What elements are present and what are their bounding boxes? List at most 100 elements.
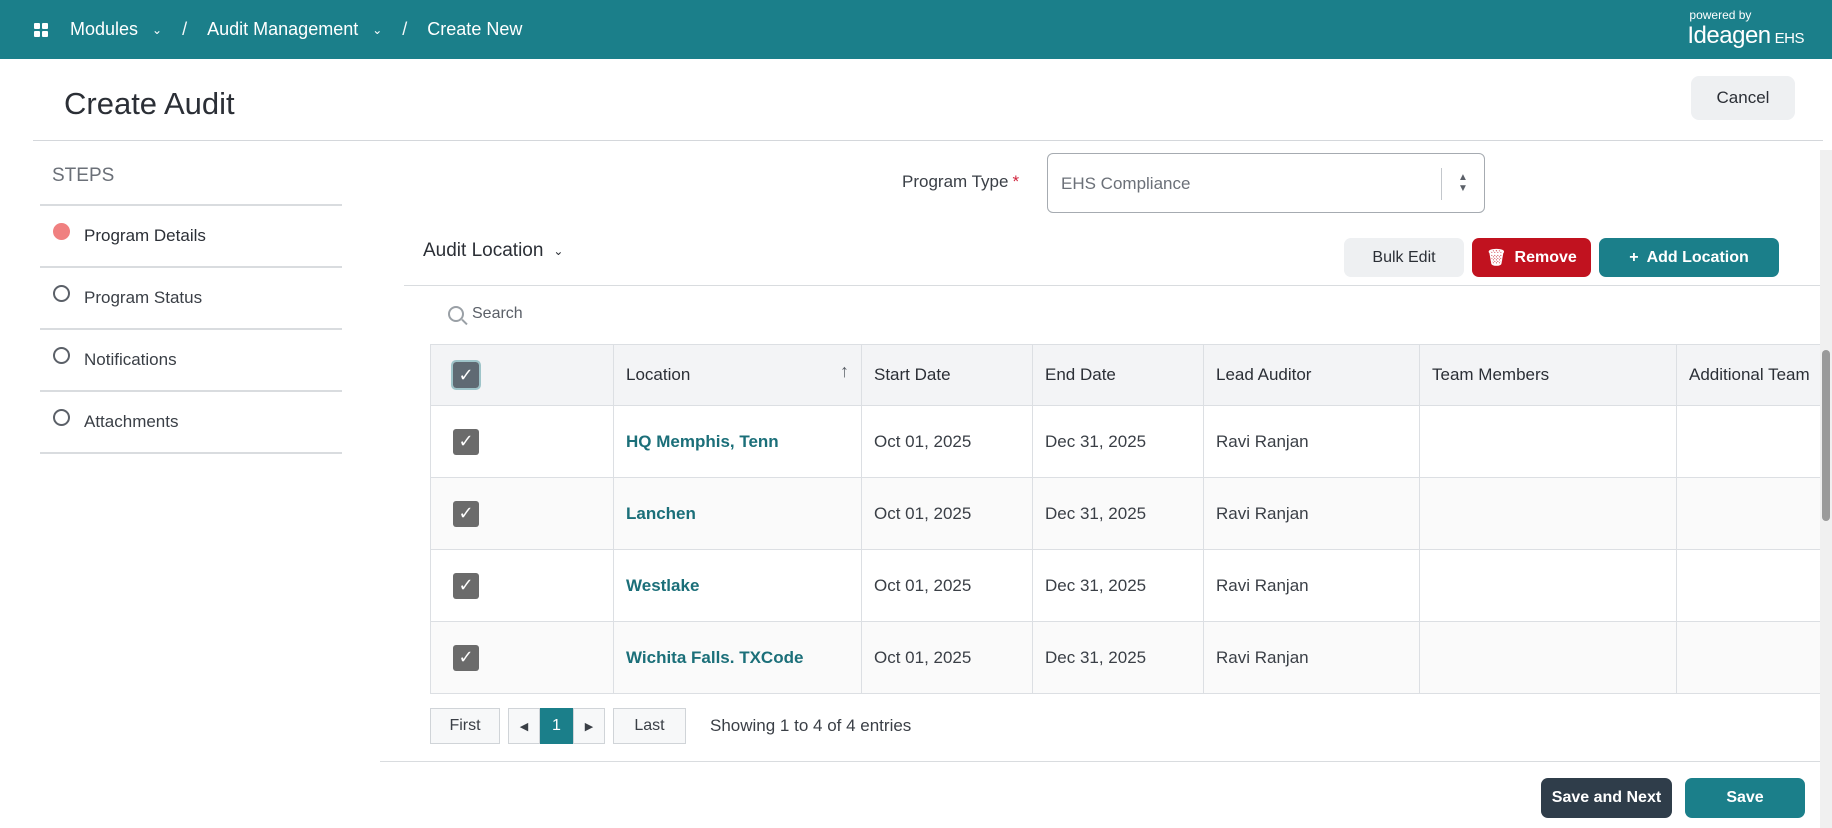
row-select-cell: ✓ xyxy=(430,621,614,694)
step-radio-icon xyxy=(53,284,70,302)
breadcrumb-audit-management[interactable]: Audit Management ⌄ xyxy=(207,19,382,40)
scrollbar-thumb[interactable] xyxy=(1822,350,1830,521)
ideagen-logo: Ideagen EHS xyxy=(1687,22,1804,49)
column-header-end-date[interactable]: End Date xyxy=(1032,344,1204,406)
breadcrumb-current-label: Create New xyxy=(427,19,523,39)
locations-table-container: ✓ Location ↑ Start Date End Date Lead Aud… xyxy=(430,344,1820,694)
sort-ascending-icon[interactable]: ↑ xyxy=(840,361,849,382)
remove-label: Remove xyxy=(1514,248,1577,266)
table-row: ✓ Lanchen Oct 01, 2025 Dec 31, 2025 Ravi… xyxy=(430,477,1820,550)
step-label: Program Status xyxy=(84,288,203,307)
pagination: First ◀ 1 ▶ Last Showing 1 to 4 of 4 ent… xyxy=(430,708,911,744)
breadcrumb-separator: / xyxy=(182,19,188,39)
program-type-value: EHS Compliance xyxy=(1061,174,1191,193)
column-header-lead-auditor[interactable]: Lead Auditor xyxy=(1203,344,1420,406)
step-label: Attachments xyxy=(84,412,179,431)
save-button[interactable]: Save xyxy=(1685,778,1805,818)
row-checkbox[interactable]: ✓ xyxy=(453,572,479,599)
locations-table: ✓ Location ↑ Start Date End Date Lead Aud… xyxy=(430,344,1820,694)
breadcrumb-current: Create New xyxy=(427,19,522,40)
step-program-status[interactable]: Program Status xyxy=(40,268,342,330)
additional-team-cell xyxy=(1676,477,1820,550)
team-members-cell xyxy=(1419,549,1677,622)
footer-divider xyxy=(380,761,1822,762)
step-radio-icon xyxy=(53,408,70,426)
table-row: ✓ Wichita Falls. TXCode Oct 01, 2025 Dec… xyxy=(430,621,1820,694)
add-location-button[interactable]: + Add Location xyxy=(1599,238,1779,277)
chevron-down-icon: ⌄ xyxy=(372,22,383,37)
breadcrumb-modules-label: Modules xyxy=(70,19,139,39)
select-divider xyxy=(1441,168,1442,200)
location-link[interactable]: HQ Memphis, Tenn xyxy=(613,405,862,478)
additional-team-cell xyxy=(1676,405,1820,478)
page-title: Create Audit xyxy=(64,86,235,121)
breadcrumb-separator: / xyxy=(402,19,408,39)
cancel-button[interactable]: Cancel xyxy=(1691,76,1795,120)
select-all-checkbox[interactable]: ✓ xyxy=(451,360,481,390)
step-notifications[interactable]: Notifications xyxy=(40,330,342,392)
save-and-next-button[interactable]: Save and Next xyxy=(1541,778,1672,818)
last-page-button[interactable]: Last xyxy=(613,708,686,744)
brand-logo: powered by Ideagen EHS xyxy=(1687,8,1804,50)
steps-title: STEPS xyxy=(40,150,342,206)
bulk-edit-button[interactable]: Bulk Edit xyxy=(1344,238,1464,277)
prev-page-icon[interactable]: ◀ xyxy=(508,708,540,744)
top-navigation-bar: Modules ⌄ / Audit Management ⌄ / Create … xyxy=(0,0,1832,59)
select-arrows-icon: ▲ ▼ xyxy=(1458,172,1468,194)
chevron-down-icon: ⌄ xyxy=(152,22,163,37)
row-checkbox[interactable]: ✓ xyxy=(453,500,479,527)
step-label: Notifications xyxy=(84,350,177,369)
lead-auditor-cell: Ravi Ranjan xyxy=(1203,549,1420,622)
end-date-cell: Dec 31, 2025 xyxy=(1032,621,1204,694)
step-attachments[interactable]: Attachments xyxy=(40,392,342,454)
breadcrumb-modules[interactable]: Modules ⌄ xyxy=(34,19,162,40)
first-page-button[interactable]: First xyxy=(430,708,500,744)
start-date-cell: Oct 01, 2025 xyxy=(861,477,1033,550)
step-active-indicator-icon xyxy=(53,222,70,240)
lead-auditor-cell: Ravi Ranjan xyxy=(1203,477,1420,550)
row-select-cell: ✓ xyxy=(430,549,614,622)
start-date-cell: Oct 01, 2025 xyxy=(861,621,1033,694)
lead-auditor-cell: Ravi Ranjan xyxy=(1203,405,1420,478)
column-header-start-date[interactable]: Start Date xyxy=(861,344,1033,406)
table-row: ✓ Westlake Oct 01, 2025 Dec 31, 2025 Rav… xyxy=(430,549,1820,622)
column-header-location[interactable]: Location ↑ xyxy=(613,344,862,406)
audit-location-toggle[interactable]: Audit Location ⌄ xyxy=(423,240,563,262)
column-header-team-members[interactable]: Team Members xyxy=(1419,344,1677,406)
lead-auditor-cell: Ravi Ranjan xyxy=(1203,621,1420,694)
end-date-cell: Dec 31, 2025 xyxy=(1032,405,1204,478)
row-checkbox[interactable]: ✓ xyxy=(453,644,479,671)
powered-by-text: powered by xyxy=(1689,8,1752,22)
steps-sidebar: STEPS Program Details Program Status Not… xyxy=(40,150,342,454)
table-row: ✓ HQ Memphis, Tenn Oct 01, 2025 Dec 31, … xyxy=(430,405,1820,478)
section-divider xyxy=(404,285,1822,286)
start-date-cell: Oct 01, 2025 xyxy=(861,549,1033,622)
vertical-scrollbar[interactable] xyxy=(1820,150,1832,828)
select-all-cell: ✓ xyxy=(430,344,614,406)
entries-summary: Showing 1 to 4 of 4 entries xyxy=(710,716,912,735)
search-input[interactable] xyxy=(472,305,772,323)
next-page-icon[interactable]: ▶ xyxy=(573,708,605,744)
table-header-row: ✓ Location ↑ Start Date End Date Lead Aud… xyxy=(430,344,1820,406)
step-program-details[interactable]: Program Details xyxy=(40,206,342,268)
remove-button[interactable]: 🗑 Remove xyxy=(1472,238,1591,277)
program-type-select[interactable]: EHS Compliance ▲ ▼ xyxy=(1047,153,1485,213)
location-link[interactable]: Wichita Falls. TXCode xyxy=(613,621,862,694)
program-type-label: Program Type * xyxy=(902,172,1019,192)
team-members-cell xyxy=(1419,405,1677,478)
location-link[interactable]: Lanchen xyxy=(613,477,862,550)
add-location-label: Add Location xyxy=(1646,248,1749,266)
audit-location-title: Audit Location xyxy=(423,240,544,261)
trash-icon: 🗑 xyxy=(1486,249,1507,267)
step-label: Program Details xyxy=(84,226,206,245)
column-header-additional-team[interactable]: Additional Team xyxy=(1676,344,1820,406)
additional-team-cell xyxy=(1676,621,1820,694)
team-members-cell xyxy=(1419,621,1677,694)
row-checkbox[interactable]: ✓ xyxy=(453,428,479,455)
breadcrumb: Modules ⌄ / Audit Management ⌄ / Create … xyxy=(34,0,522,59)
chevron-down-icon: ⌄ xyxy=(553,244,564,258)
location-link[interactable]: Westlake xyxy=(613,549,862,622)
end-date-cell: Dec 31, 2025 xyxy=(1032,477,1204,550)
step-radio-icon xyxy=(53,346,70,364)
page-number-button[interactable]: 1 xyxy=(540,708,573,744)
